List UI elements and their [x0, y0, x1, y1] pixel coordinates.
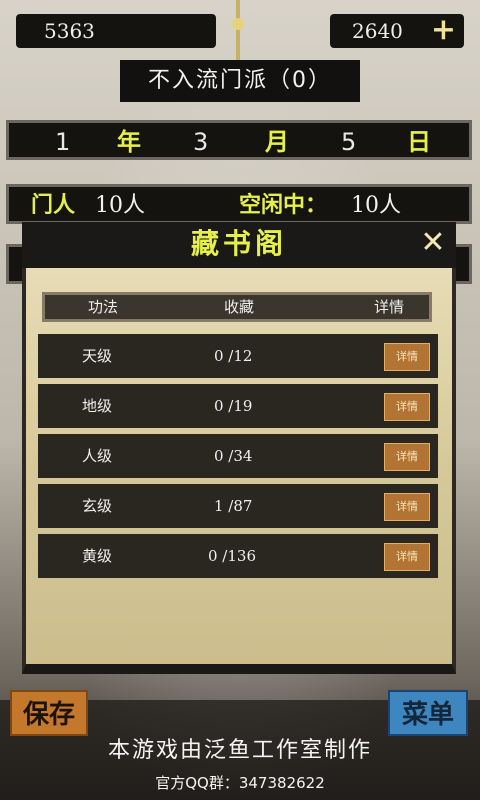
day-unit: 日 [407, 128, 431, 156]
year-unit: 年 [117, 128, 141, 156]
sect-rank-title: 不入流门派（0） [120, 60, 360, 102]
month-value: 3 [193, 128, 209, 156]
gold-value: 2640 [352, 19, 403, 43]
studio-credit: 本游戏由泛鱼工作室制作 [107, 738, 372, 763]
collected-value: 0 /136 [208, 547, 256, 565]
members-value: 10人 [95, 193, 145, 218]
details-button[interactable]: 详情 [384, 543, 430, 571]
qq-group-text: 官方QQ群：347382622 [155, 774, 325, 792]
gold-counter: 2640 + [330, 14, 464, 48]
resource-bar: 5363 2640 + [0, 0, 480, 60]
dialog-title: 藏书阁 [190, 227, 287, 260]
table-row: 玄级 1 /87 详情 [38, 484, 438, 528]
add-currency-button[interactable]: + [431, 14, 456, 46]
grade-label: 地级 [82, 397, 113, 415]
details-button[interactable]: 详情 [384, 343, 430, 371]
collected-value: 0 /34 [214, 447, 253, 465]
collected-value: 1 /87 [214, 497, 253, 515]
table-row: 人级 0 /34 详情 [38, 434, 438, 478]
month-unit: 月 [265, 128, 289, 156]
idle-label: 空闲中： [239, 193, 328, 218]
table-row: 黄级 0 /136 详情 [38, 534, 438, 578]
collected-value: 0 /19 [214, 397, 253, 415]
menu-button[interactable]: 菜单 [388, 690, 468, 736]
silver-counter: 5363 [16, 14, 216, 48]
date-bar: 1 年 3 月 5 日 [6, 120, 472, 160]
table-row: 天级 0 /12 详情 [38, 334, 438, 378]
header-technique: 功法 [87, 298, 118, 316]
table-header: 功法 收藏 详情 [42, 292, 432, 322]
header-collected: 收藏 [223, 298, 254, 316]
save-button[interactable]: 保存 [10, 690, 88, 736]
grade-label: 人级 [82, 447, 113, 465]
pin-decoration [236, 0, 240, 60]
pin-head-decoration [232, 18, 244, 30]
silver-value: 5363 [44, 19, 95, 43]
details-button[interactable]: 详情 [384, 443, 430, 471]
collected-value: 0 /12 [214, 347, 253, 365]
header-details: 详情 [373, 298, 404, 316]
disciples-bar: 门人 10人 空闲中： 10人 [6, 184, 472, 224]
grade-label: 玄级 [82, 497, 113, 515]
grade-label: 黄级 [82, 547, 113, 565]
idle-value: 10人 [351, 193, 401, 218]
details-button[interactable]: 详情 [384, 493, 430, 521]
details-button[interactable]: 详情 [384, 393, 430, 421]
library-dialog: 藏书阁 ✕ 功法 收藏 详情 天级 0 /12 详情 地级 0 /19 详情 人… [22, 222, 456, 674]
dialog-header: 藏书阁 ✕ [22, 222, 456, 268]
table-row: 地级 0 /19 详情 [38, 384, 438, 428]
members-label: 门人 [31, 193, 76, 218]
day-value: 5 [341, 128, 357, 156]
close-icon[interactable]: ✕ [418, 228, 448, 258]
grade-label: 天级 [82, 347, 113, 365]
year-value: 1 [55, 128, 71, 156]
